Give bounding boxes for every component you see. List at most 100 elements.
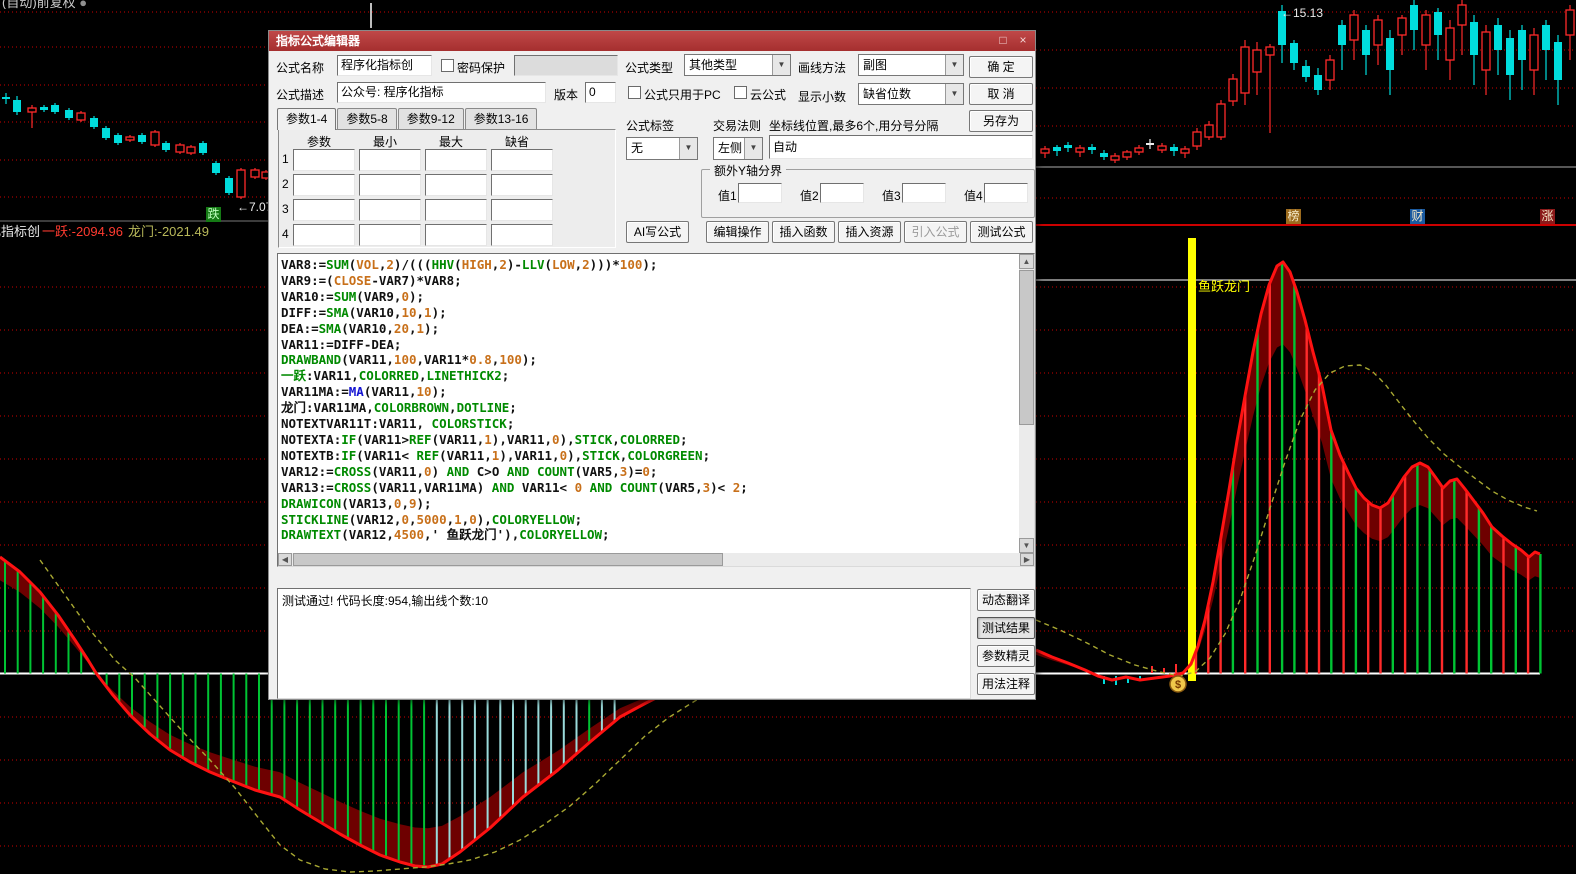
param-cell-r2c4[interactable]	[491, 174, 553, 196]
param-row-label-1: 1	[282, 152, 289, 166]
action-button-编辑操作[interactable]: 编辑操作	[706, 221, 769, 243]
horizontal-scrollbar[interactable]: ◀ ▶	[278, 553, 1034, 566]
y-value-input-4[interactable]	[984, 183, 1028, 203]
param-cell-r3c1[interactable]	[293, 199, 355, 221]
y-value-input-2[interactable]	[820, 183, 864, 203]
param-cell-r4c1[interactable]	[293, 224, 355, 246]
hot-badge-榜[interactable]: 榜	[1286, 209, 1301, 224]
action-button-插入资源[interactable]: 插入资源	[838, 221, 901, 243]
param-tabs: 参数1-4参数5-8参数9-12参数13-16	[277, 108, 538, 129]
pc-only-checkbox[interactable]	[628, 86, 641, 99]
y-value-label-3: 值3	[882, 187, 901, 204]
chevron-down-icon[interactable]: ▼	[772, 55, 790, 75]
desc-input[interactable]: 公众号: 程序化指标	[337, 82, 546, 103]
password-input	[514, 55, 618, 76]
dialog-titlebar[interactable]: 指标公式编辑器 □ ×	[269, 31, 1035, 51]
version-label: 版本	[554, 86, 578, 103]
side-button-参数精灵[interactable]: 参数精灵	[977, 645, 1035, 667]
side-button-用法注释[interactable]: 用法注释	[977, 673, 1035, 695]
cancel-button[interactable]: 取 消	[969, 83, 1033, 105]
param-cell-r1c1[interactable]	[293, 149, 355, 171]
chevron-down-icon[interactable]: ▼	[945, 55, 963, 75]
chart-mode-label-clipped: (自动)前复权 ●	[2, 0, 182, 9]
hot-badge-涨[interactable]: 涨	[1540, 209, 1555, 224]
coord-input[interactable]: 自动	[769, 135, 1033, 159]
decimals-value: 缺省位数	[863, 84, 911, 104]
svg-text:$: $	[1175, 679, 1181, 691]
param-cell-r4c4[interactable]	[491, 224, 553, 246]
param-table: 参数最小最大缺省1234	[278, 129, 616, 248]
action-button-测试公式[interactable]: 测试公式	[970, 221, 1033, 243]
password-checkbox[interactable]	[441, 59, 454, 72]
decimals-select[interactable]: 缺省位数 ▼	[858, 83, 964, 105]
scroll-left-icon[interactable]: ◀	[278, 553, 292, 566]
maximize-icon[interactable]: □	[993, 31, 1013, 51]
y-value-label-4: 值4	[964, 187, 983, 204]
scroll-down-icon[interactable]: ▼	[1019, 538, 1034, 553]
tab-参数9-12[interactable]: 参数9-12	[398, 108, 464, 129]
version-input[interactable]: 0	[585, 82, 616, 103]
formula-tag-select[interactable]: 无 ▼	[626, 137, 698, 160]
vertical-scrollbar[interactable]: ▲ ▼	[1019, 254, 1034, 553]
close-icon[interactable]: ×	[1013, 31, 1033, 51]
param-cell-r2c1[interactable]	[293, 174, 355, 196]
tab-参数5-8[interactable]: 参数5-8	[337, 108, 396, 129]
param-cell-r3c2[interactable]	[359, 199, 421, 221]
param-cell-r4c3[interactable]	[425, 224, 487, 246]
indicator-pane-title[interactable]: 程序化指标创	[0, 221, 40, 237]
draw-method-select[interactable]: 副图 ▼	[858, 54, 964, 76]
ok-button[interactable]: 确 定	[969, 56, 1033, 78]
indicator-line2-value: 龙门:-2021.49	[128, 221, 209, 240]
param-cell-r3c3[interactable]	[425, 199, 487, 221]
side-button-动态翻译[interactable]: 动态翻译	[977, 589, 1035, 611]
screen: { "window": { "title": "指标公式编辑器", "maxim…	[0, 0, 1576, 874]
param-cell-r2c3[interactable]	[425, 174, 487, 196]
param-cell-r2c2[interactable]	[359, 174, 421, 196]
type-select[interactable]: 其他类型 ▼	[684, 54, 791, 76]
y-value-input-3[interactable]	[902, 183, 946, 203]
scroll-right-icon[interactable]: ▶	[1020, 553, 1034, 566]
desc-label: 公式描述	[276, 86, 324, 103]
extra-y-axis-title: 额外Y轴分界	[710, 162, 786, 179]
y-value-label-2: 值2	[800, 187, 819, 204]
param-row-label-4: 4	[282, 227, 289, 241]
name-label: 公式名称	[276, 59, 324, 76]
draw-method-value: 副图	[863, 55, 887, 75]
chevron-down-icon[interactable]: ▼	[744, 138, 762, 159]
cloud-checkbox[interactable]	[734, 86, 747, 99]
param-cell-r1c2[interactable]	[359, 149, 421, 171]
y-value-label-1: 值1	[718, 187, 737, 204]
y-value-input-1[interactable]	[738, 183, 782, 203]
tab-参数13-16[interactable]: 参数13-16	[465, 108, 538, 129]
indicator-title-clip: 程序化指标创	[0, 221, 40, 237]
tab-参数1-4[interactable]: 参数1-4	[277, 108, 336, 130]
name-input[interactable]: 程序化指标创	[337, 55, 432, 76]
chevron-down-icon[interactable]: ▼	[679, 138, 697, 159]
scroll-up-icon[interactable]: ▲	[1019, 254, 1034, 269]
test-result-text: 测试通过! 代码长度:954,输出线个数:10	[282, 594, 488, 608]
trade-rule-select[interactable]: 左侧 ▼	[713, 137, 763, 160]
vertical-scroll-thumb[interactable]	[1019, 270, 1034, 425]
draw-method-label: 画线方法	[798, 59, 846, 76]
param-cell-r3c4[interactable]	[491, 199, 553, 221]
param-cell-r4c2[interactable]	[359, 224, 421, 246]
trade-rule-label: 交易法则	[713, 117, 761, 134]
type-label: 公式类型	[625, 59, 673, 76]
side-button-测试结果[interactable]: 测试结果	[977, 617, 1035, 639]
coord-hint-label: 坐标线位置,最多6个,用分号分隔	[769, 117, 938, 134]
formula-tag-label: 公式标签	[626, 117, 674, 134]
param-cell-r1c3[interactable]	[425, 149, 487, 171]
horizontal-scroll-thumb[interactable]	[293, 553, 723, 566]
fall-badge: 跌	[206, 207, 221, 222]
action-button-AI写公式[interactable]: AI写公式	[626, 221, 689, 243]
param-cell-r1c4[interactable]	[491, 149, 553, 171]
action-button-插入函数[interactable]: 插入函数	[772, 221, 835, 243]
save-as-button[interactable]: 另存为	[969, 110, 1033, 132]
hot-badge-财[interactable]: 财	[1410, 209, 1425, 224]
type-select-value: 其他类型	[689, 55, 737, 75]
param-header-3: 最大	[439, 133, 463, 150]
chevron-down-icon[interactable]: ▼	[945, 84, 963, 104]
code-editor[interactable]: VAR8:=SUM(VOL,2)/(((HHV(HIGH,2)-LLV(LOW,…	[277, 253, 1035, 567]
decimals-label: 显示小数	[798, 88, 846, 105]
mode-dot-icon: ●	[79, 0, 87, 9]
